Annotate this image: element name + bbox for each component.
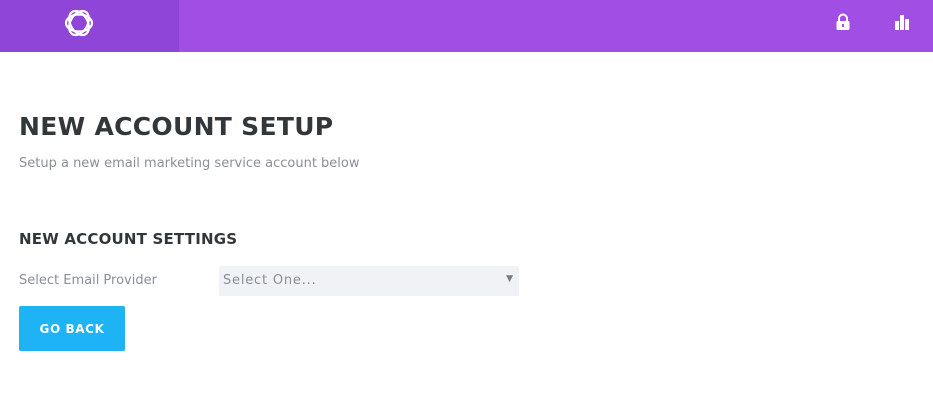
section-title: NEW ACCOUNT SETTINGS xyxy=(19,230,238,248)
email-provider-selected-value: Select One... xyxy=(223,273,317,288)
go-back-button[interactable]: GO BACK xyxy=(19,306,125,351)
page-subtitle: Setup a new email marketing service acco… xyxy=(19,156,360,171)
lock-icon[interactable] xyxy=(834,13,852,31)
logo-block[interactable] xyxy=(0,0,179,52)
email-provider-label: Select Email Provider xyxy=(19,273,157,288)
top-bar xyxy=(0,0,933,52)
email-provider-select[interactable]: Select One... ▼ xyxy=(219,266,519,296)
bloom-logo-icon xyxy=(64,9,94,37)
page-title: NEW ACCOUNT SETUP xyxy=(19,112,334,141)
bar-chart-icon[interactable] xyxy=(893,13,911,31)
chevron-down-icon: ▼ xyxy=(506,274,513,284)
